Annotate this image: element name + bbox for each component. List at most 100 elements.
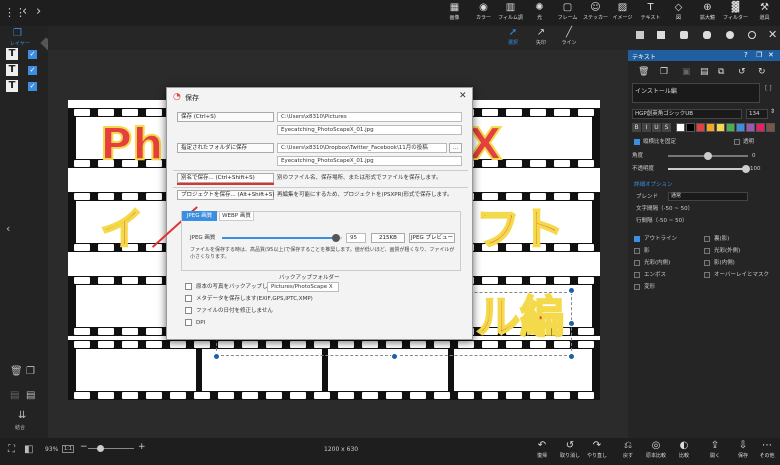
text-style-button[interactable]: U [652,123,661,132]
bottom-compare2-button[interactable]: ◐ 比較 [671,439,697,464]
layer-down-icon[interactable]: ▤ [10,390,19,401]
font-size-field[interactable]: 134 [746,109,768,119]
dpi-checkbox[interactable] [185,319,192,326]
toolbar-figure-button[interactable]: ◇ 図 [666,1,691,25]
bottom-more-button[interactable]: ⋯ その他 [754,439,780,464]
rounded-square-icon[interactable] [680,31,688,39]
collapse-arrow-icon[interactable]: ‹ [6,222,10,235]
folder-path-field[interactable]: C:\Users\x8310\Dropbox\Twitter_Facebook\… [277,143,447,153]
save-filename-field[interactable]: Eyecatching_PhotoScapeX_01.jpg [277,125,462,135]
duplicate-icon[interactable]: ❐ [26,366,35,377]
color-swatch[interactable] [676,123,685,132]
color-swatch[interactable] [726,123,735,132]
quality-value-field[interactable]: 95 [346,233,366,243]
close-icon[interactable]: ✕ [768,28,777,41]
layer-visible-checkbox[interactable]: ✓ [28,66,37,75]
toolbar-image-button[interactable]: ▨ イメージ [610,1,635,25]
help-icon[interactable]: ? [744,51,748,59]
backup-folder-field[interactable]: Pictures/PhotoScape X [267,282,339,292]
back-arrow-icon[interactable]: ‹ [22,4,27,19]
color-swatch[interactable] [686,123,695,132]
bottom-redo-all-button[interactable]: ↷ やり直し [584,439,610,464]
save-as-button[interactable]: 別名で保存... (Ctrl+Shift+S) [177,173,274,183]
split-view-icon[interactable]: ◧ [24,444,33,455]
merge-icon[interactable]: ⇊ [18,410,26,421]
expand-icon[interactable]: [ ] [765,85,772,92]
layer-visible-checkbox[interactable]: ✓ [28,82,37,91]
resize-handle[interactable] [568,320,575,327]
folder-filename-field[interactable]: Eyecatching_PhotoScapeX_01.jpg [277,156,462,166]
align-icon[interactable]: ▤ [700,67,709,77]
toolbar-image-edit-button[interactable]: ▦ 画像 [442,1,467,25]
toolbar-zoom-button[interactable]: ⊕ 拡大鏡 [695,1,720,25]
text-layer-icon[interactable]: T [6,80,18,92]
select-tool[interactable]: ➚ 選択 [503,27,523,49]
color-swatch[interactable] [766,123,775,132]
detail-options-toggle[interactable]: 詳細オプション [634,181,673,189]
zoom-slider[interactable] [88,445,134,452]
toolbar-color-button[interactable]: ◉ カラー [471,1,496,25]
resize-handle[interactable] [568,287,575,294]
toolbar-filter-button[interactable]: ▓ フィルター [723,1,748,25]
effect-checkbox[interactable] [704,260,710,266]
quality-slider-track[interactable] [222,234,342,242]
toolbar-text-button[interactable]: T テキスト [638,1,663,25]
resize-handle[interactable] [568,353,575,360]
jpeg-preview-button[interactable]: JPEG プレビュー [409,233,455,243]
close-icon[interactable]: ✕ [768,51,774,59]
tab-jpeg[interactable]: JPEG 画質 [182,211,217,221]
paste-icon[interactable]: ▣ [682,67,691,77]
layer-order-icon[interactable]: ⧉ [718,67,724,77]
rotate-right-icon[interactable]: ↻ [758,67,766,77]
effect-checkbox[interactable] [634,248,640,254]
toolbar-frame-button[interactable]: ▢ フレーム [555,1,580,25]
color-swatch[interactable] [756,123,765,132]
bottom-redo-button[interactable]: ↺ 取り消し [557,439,583,464]
text-layer-icon[interactable]: T [6,64,18,76]
line-tool[interactable]: ╱ ライン [559,27,579,49]
circle-outline-icon[interactable] [748,31,756,39]
toolbar-tools-button[interactable]: ⚒ 道具 [752,1,777,25]
layer-visible-checkbox[interactable]: ✓ [28,50,37,59]
layer-up-icon[interactable]: ▤ [26,390,35,401]
bottom-save-button[interactable]: ⇩ 保存 [730,439,756,464]
bottom-revert-button[interactable]: ⎌ 戻す [615,439,641,464]
square-icon[interactable] [657,31,665,39]
resize-handle[interactable] [213,353,220,360]
zoom-slider-knob[interactable] [96,445,104,452]
zoom-out-icon[interactable]: − [80,442,88,452]
effect-checkbox[interactable] [704,272,710,278]
transparent-checkbox[interactable] [734,139,740,145]
blend-select[interactable]: 通常 [668,192,748,201]
rounded-square-2-icon[interactable] [703,31,711,39]
effect-checkbox[interactable] [704,236,710,242]
bottom-undo-button[interactable]: ↶ 復帰 [529,439,555,464]
square-filled-icon[interactable] [636,31,644,39]
fit-icon[interactable]: ⛶ [8,444,15,455]
angle-slider[interactable] [668,152,748,160]
copy-icon[interactable]: ❐ [660,67,668,77]
toolbar-film-button[interactable]: ▥ フィルム調 [498,1,523,25]
toolbar-sticker-button[interactable]: ☺ ステッカー [583,1,608,25]
tab-webp[interactable]: WEBP 画質 [219,211,254,221]
color-swatch[interactable] [696,123,705,132]
actual-size-button[interactable]: 1:1 [62,445,75,453]
bottom-share-button[interactable]: ⇪ 開く [702,439,728,464]
circle-icon[interactable] [726,31,734,39]
save-button[interactable]: 保存 (Ctrl+S) [177,112,274,122]
color-swatch[interactable] [716,123,725,132]
save-project-button[interactable]: プロジェクトを保存... (Alt+Shift+S) [177,190,274,200]
effect-checkbox[interactable] [634,236,640,242]
arrow-tool[interactable]: ↗ 矢印 [531,27,551,49]
color-swatch[interactable] [736,123,745,132]
quality-slider-knob[interactable] [332,234,340,242]
text-layer-icon[interactable]: T [6,48,18,60]
rotate-left-icon[interactable]: ↺ [738,67,746,77]
color-swatch[interactable] [746,123,755,132]
bottom-compare-button[interactable]: ◎ 原本比較 [643,439,669,464]
opacity-slider[interactable] [668,165,750,173]
text-style-button[interactable]: S [662,123,671,132]
save-path-field[interactable]: C:\Users\x8310\Pictures [277,112,462,122]
color-swatch[interactable] [706,123,715,132]
text-input[interactable]: インストール編 [632,83,760,103]
